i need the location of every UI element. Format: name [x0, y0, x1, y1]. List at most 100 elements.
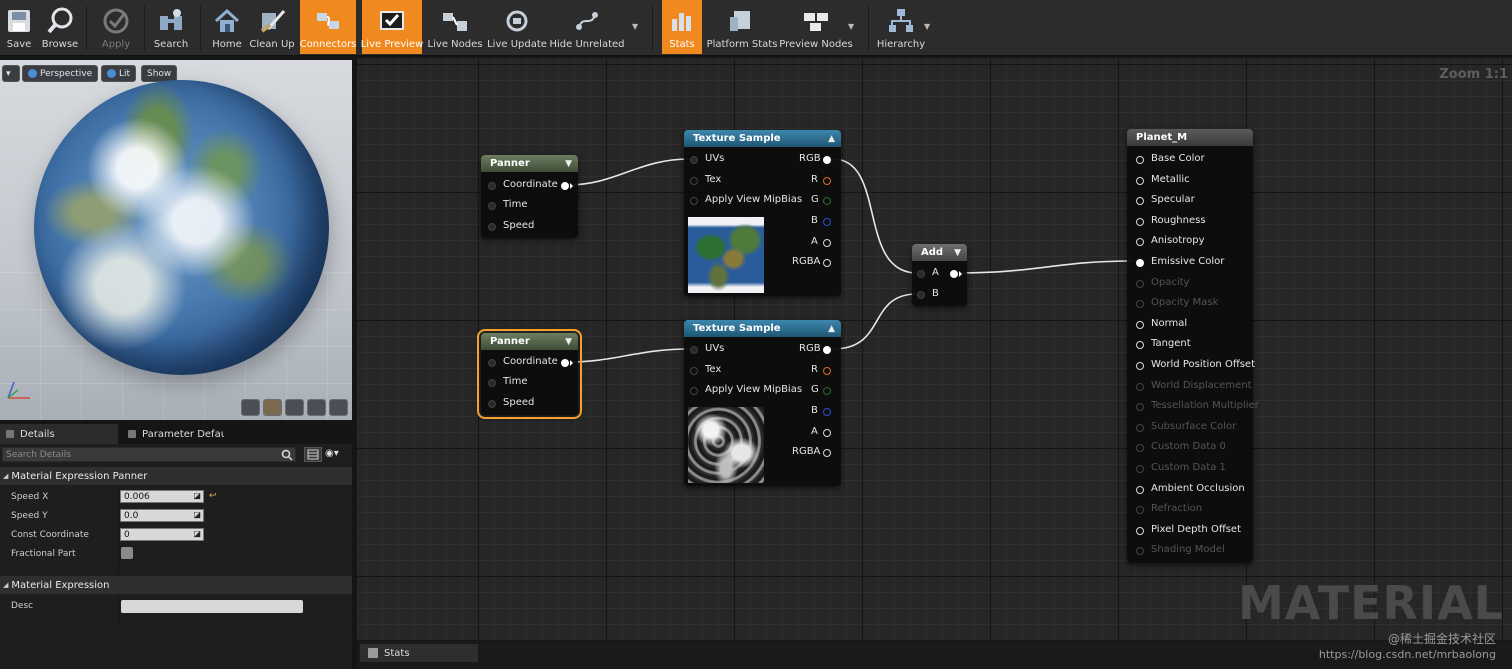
pin-b-out[interactable] — [823, 218, 831, 226]
panner-node-2[interactable]: Panner ▼ Coordinate Time Speed — [477, 329, 582, 419]
pin-normal-in[interactable] — [1136, 320, 1144, 329]
desc-field[interactable] — [121, 600, 303, 613]
save-button[interactable]: Save — [2, 0, 36, 54]
property-matrix-button[interactable] — [304, 447, 322, 462]
pin-emissive-color-in[interactable] — [1136, 259, 1144, 267]
pin-opacity-in[interactable] — [1136, 279, 1144, 288]
pin-mipbias-in[interactable] — [690, 387, 698, 395]
pin-speed-in[interactable] — [488, 400, 496, 408]
pin-world-position-offset-in[interactable] — [1136, 362, 1144, 370]
pin-opacity-mask-in[interactable] — [1136, 300, 1144, 309]
collapse-triangle-icon[interactable]: ▲ — [828, 134, 835, 144]
pin-pixel-depth-offset-in[interactable] — [1136, 526, 1144, 535]
pin-a-in[interactable] — [917, 270, 925, 278]
collapse-triangle-icon[interactable]: ▼ — [565, 337, 572, 347]
pin-specular-in[interactable] — [1136, 197, 1144, 206]
pin-world-displacement-in[interactable] — [1136, 382, 1144, 391]
section-material-expression[interactable]: ◢ Material Expression — [0, 576, 352, 594]
tab-parameter-defaults[interactable]: Parameter Defaults — [122, 424, 232, 444]
pin-base-color-in[interactable] — [1136, 156, 1144, 164]
preview-nodes-button[interactable]: Preview Nodes — [779, 0, 853, 54]
collapse-triangle-icon[interactable]: ▲ — [828, 324, 835, 334]
pin-time-in[interactable] — [488, 202, 496, 210]
live-nodes-button[interactable]: Live Nodes — [428, 0, 482, 54]
panner-node-1[interactable]: Panner ▼ Coordinate Time Speed — [481, 155, 578, 238]
pin-roughness-in[interactable] — [1136, 217, 1144, 226]
add-node[interactable]: Add ▼ A B — [912, 244, 967, 306]
pin-tex-in[interactable] — [690, 367, 698, 375]
pin-a-out[interactable] — [823, 239, 831, 247]
texture-sample-node-2[interactable]: Texture Sample ▲ UVs Tex Apply View MipBi… — [684, 320, 841, 486]
viewport-options-button[interactable]: ▾ — [2, 65, 20, 82]
pin-r-out[interactable] — [823, 367, 831, 375]
reset-default-icon[interactable]: ↩ — [209, 491, 217, 501]
pin-tessellation-multiplier-in[interactable] — [1136, 403, 1144, 412]
pin-rgba-out[interactable] — [823, 259, 831, 267]
pin-output[interactable] — [561, 182, 569, 190]
pin-shading-model-in[interactable] — [1136, 547, 1144, 556]
pin-anisotropy-in[interactable] — [1136, 238, 1144, 247]
pin-metallic-in[interactable] — [1136, 176, 1144, 185]
stats-button[interactable]: Stats — [662, 0, 702, 54]
texture-sample-node-1[interactable]: Texture Sample ▲ UVs Tex Apply View MipBi… — [684, 130, 841, 296]
tab-stats[interactable]: Stats — [360, 644, 478, 662]
perspective-button[interactable]: Perspective — [22, 65, 99, 82]
plane-preview-button[interactable] — [285, 399, 304, 416]
pin-speed-in[interactable] — [488, 223, 496, 231]
details-search-input[interactable]: Search Details — [2, 447, 296, 462]
pin-custom-data-0-in[interactable] — [1136, 444, 1144, 453]
pin-coordinate-in[interactable] — [488, 359, 496, 367]
pin-g-out[interactable] — [823, 387, 831, 395]
pin-g-out[interactable] — [823, 197, 831, 205]
pin-uvs-in[interactable] — [690, 346, 698, 354]
custom-mesh-preview-button[interactable] — [329, 399, 348, 416]
connectors-button[interactable]: Connectors — [300, 0, 356, 54]
pin-rgb-out[interactable] — [823, 346, 831, 354]
lit-button[interactable]: Lit — [101, 65, 137, 82]
fractional-part-checkbox[interactable] — [121, 547, 133, 559]
collapse-triangle-icon[interactable]: ▼ — [565, 159, 572, 169]
tab-details[interactable]: Details — [0, 424, 118, 444]
pin-tex-in[interactable] — [690, 177, 698, 185]
sphere-preview-button[interactable] — [263, 399, 282, 416]
collapse-triangle-icon[interactable]: ▼ — [954, 248, 961, 258]
hide-unrelated-button[interactable]: Hide Unrelated — [550, 0, 625, 54]
pin-r-out[interactable] — [823, 177, 831, 185]
browse-button[interactable]: Browse — [40, 0, 80, 54]
home-button[interactable]: Home — [208, 0, 246, 54]
cube-preview-button[interactable] — [307, 399, 326, 416]
pin-refraction-in[interactable] — [1136, 506, 1144, 515]
clean-up-button[interactable]: Clean Up — [249, 0, 295, 54]
cylinder-preview-button[interactable] — [241, 399, 260, 416]
pin-output[interactable] — [561, 359, 569, 367]
material-result-node[interactable]: Planet_M Base Color Metallic Specular Rough… — [1127, 129, 1259, 563]
pin-subsurface-color-in[interactable] — [1136, 423, 1144, 432]
const-coordinate-field[interactable]: 0 ◪ — [120, 528, 204, 541]
section-material-expression-panner[interactable]: ◢ Material Expression Panner — [0, 467, 352, 485]
hierarchy-button[interactable]: Hierarchy — [876, 0, 926, 54]
pin-output[interactable] — [950, 270, 958, 278]
preview-viewport[interactable]: ▾ Perspective Lit Show — [0, 60, 352, 420]
speed-y-field[interactable]: 0.0 ◪ — [120, 509, 204, 522]
speed-x-field[interactable]: 0.006 ◪ — [120, 490, 204, 503]
pin-custom-data-1-in[interactable] — [1136, 465, 1144, 473]
pin-uvs-in[interactable] — [690, 156, 698, 164]
pin-mipbias-in[interactable] — [690, 197, 698, 205]
platform-stats-button[interactable]: Platform Stats — [707, 0, 777, 54]
live-preview-button[interactable]: Live Preview — [361, 0, 423, 54]
pin-a-out[interactable] — [823, 429, 831, 437]
chevron-down-icon[interactable]: ▼ — [848, 22, 858, 32]
chevron-down-icon[interactable]: ▼ — [632, 22, 642, 32]
live-update-button[interactable]: Live Update — [487, 0, 547, 54]
material-graph-canvas[interactable]: Zoom 1:1 MATERIAL Panner ▼ Coordinate Tim… — [357, 58, 1512, 640]
pin-rgb-out[interactable] — [823, 156, 831, 164]
pin-tangent-in[interactable] — [1136, 341, 1144, 350]
search-button[interactable]: Search — [152, 0, 190, 54]
pin-time-in[interactable] — [488, 379, 496, 387]
pin-b-in[interactable] — [917, 291, 925, 299]
pin-b-out[interactable] — [823, 408, 831, 416]
pin-rgba-out[interactable] — [823, 449, 831, 457]
apply-button[interactable]: Apply — [96, 0, 136, 54]
visibility-eye-icon[interactable]: ◉▾ — [325, 448, 349, 461]
chevron-down-icon[interactable]: ▼ — [924, 22, 934, 32]
